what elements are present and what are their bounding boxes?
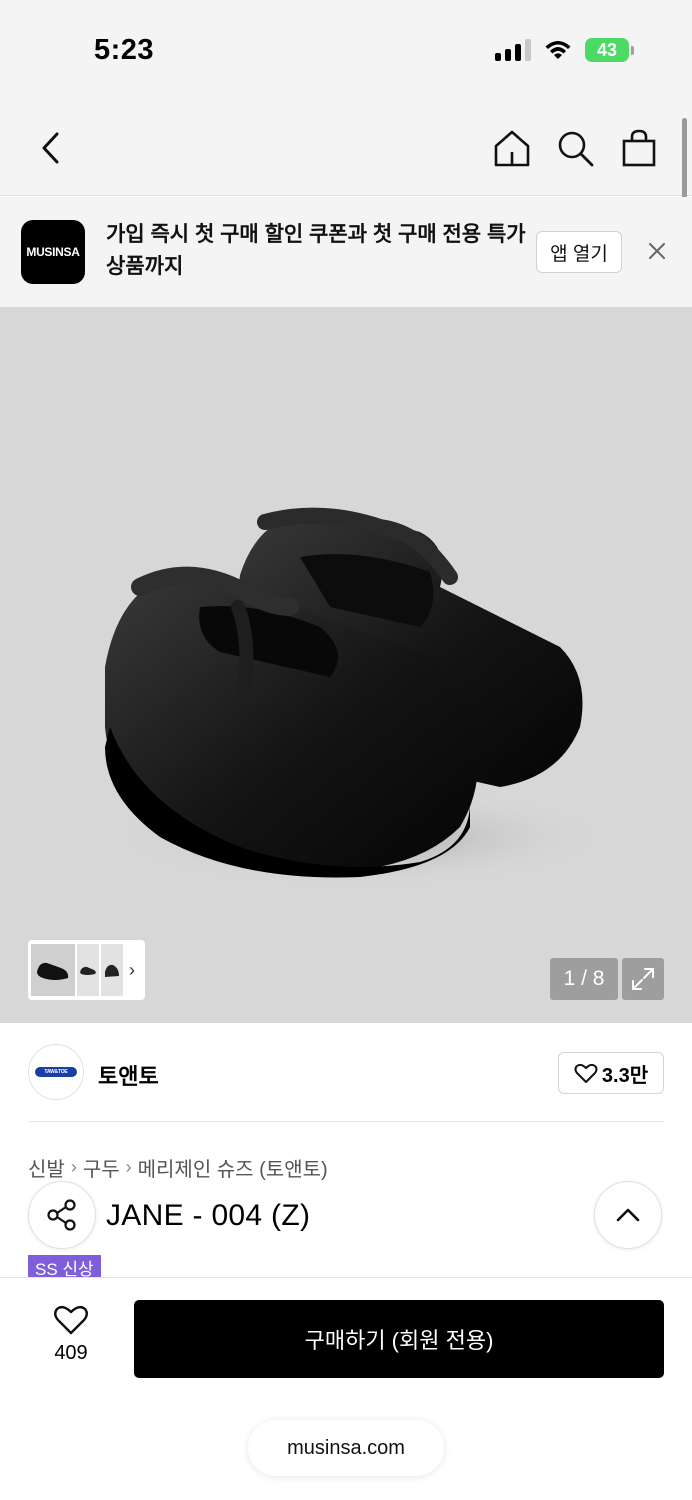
breadcrumb-item-shoes[interactable]: 신발 (28, 1153, 65, 1182)
back-button[interactable] (28, 126, 72, 170)
share-button[interactable] (28, 1181, 96, 1249)
close-icon (649, 243, 665, 259)
brand-row[interactable]: TAW&TOE 토앤토 3.3만 (0, 1023, 692, 1123)
product-image-gallery[interactable]: › 1 / 8 (0, 307, 692, 1023)
banner-message: 가입 즉시 첫 구매 할인 쿠폰과 첫 구매 전용 특가 상품까지 (106, 223, 526, 278)
brand-like-button[interactable]: 3.3만 (558, 1052, 664, 1094)
divider (28, 1121, 664, 1122)
heart-icon (574, 1063, 598, 1083)
chevron-left-icon (42, 132, 59, 164)
brand-logo[interactable]: TAW&TOE (28, 1044, 84, 1100)
breadcrumb-item-dress-shoes[interactable]: 구두 (83, 1153, 120, 1182)
product-title-text: JANE - 004 (Z) (106, 1199, 311, 1232)
thumbnail-2[interactable] (77, 944, 99, 996)
battery-icon: 43 (585, 38, 634, 62)
product-like-button[interactable]: 409 (36, 1304, 106, 1365)
breadcrumb: 신발 › 구두 › 메리제인 슈즈 (토앤토) (28, 1153, 328, 1182)
app-install-banner: MUSINSA 가입 즉시 첫 구매 할인 쿠폰과 첫 구매 전용 특가 상품까… (0, 197, 692, 307)
product-like-count: 409 (54, 1342, 88, 1364)
scroll-top-button[interactable] (594, 1181, 662, 1249)
image-counter: 1 / 8 (550, 958, 618, 1000)
new-season-badge: SS 신상 (28, 1255, 101, 1279)
chevron-right-icon: › (70, 1157, 77, 1177)
open-app-button[interactable]: 앱 열기 (536, 231, 622, 273)
breadcrumb-item-maryjane[interactable]: 메리제인 슈즈 (토앤토) (138, 1153, 328, 1182)
heart-icon (54, 1305, 88, 1335)
browser-url-pill[interactable]: musinsa.com (248, 1420, 444, 1476)
status-time: 5:23 (94, 34, 155, 66)
thumbnail-strip[interactable]: › (28, 940, 145, 1000)
chevron-right-icon: › (125, 1157, 132, 1177)
wifi-icon (545, 41, 571, 59)
cart-button[interactable] (617, 126, 661, 170)
chevron-right-icon[interactable]: › (129, 960, 135, 981)
search-button[interactable] (553, 126, 597, 170)
buy-button[interactable]: 구매하기 (회원 전용) (134, 1300, 664, 1378)
purchase-bar: 409 구매하기 (회원 전용) musinsa.com (0, 1277, 692, 1500)
battery-level: 43 (585, 38, 629, 62)
home-button[interactable] (490, 126, 534, 170)
expand-icon (632, 968, 654, 990)
status-bar: 5:23 43 (0, 0, 692, 100)
brand-logo-text: TAW&TOE (35, 1067, 77, 1077)
brand-like-count: 3.3만 (601, 1064, 649, 1087)
home-icon (494, 130, 530, 167)
top-nav (0, 100, 692, 196)
brand-name[interactable]: 토앤토 (98, 1059, 159, 1091)
expand-image-button[interactable] (622, 958, 664, 1000)
search-icon (558, 131, 594, 167)
status-indicators: 43 (495, 38, 634, 62)
thumbnail-1[interactable] (31, 944, 75, 996)
signal-icon (495, 39, 531, 61)
chevron-up-icon (616, 1208, 640, 1222)
close-banner-button[interactable] (642, 236, 672, 266)
musinsa-logo: MUSINSA (21, 220, 85, 284)
share-icon (47, 1199, 76, 1231)
shopping-bag-icon (622, 129, 656, 167)
product-photo (105, 507, 610, 887)
thumbnail-3[interactable] (101, 944, 123, 996)
